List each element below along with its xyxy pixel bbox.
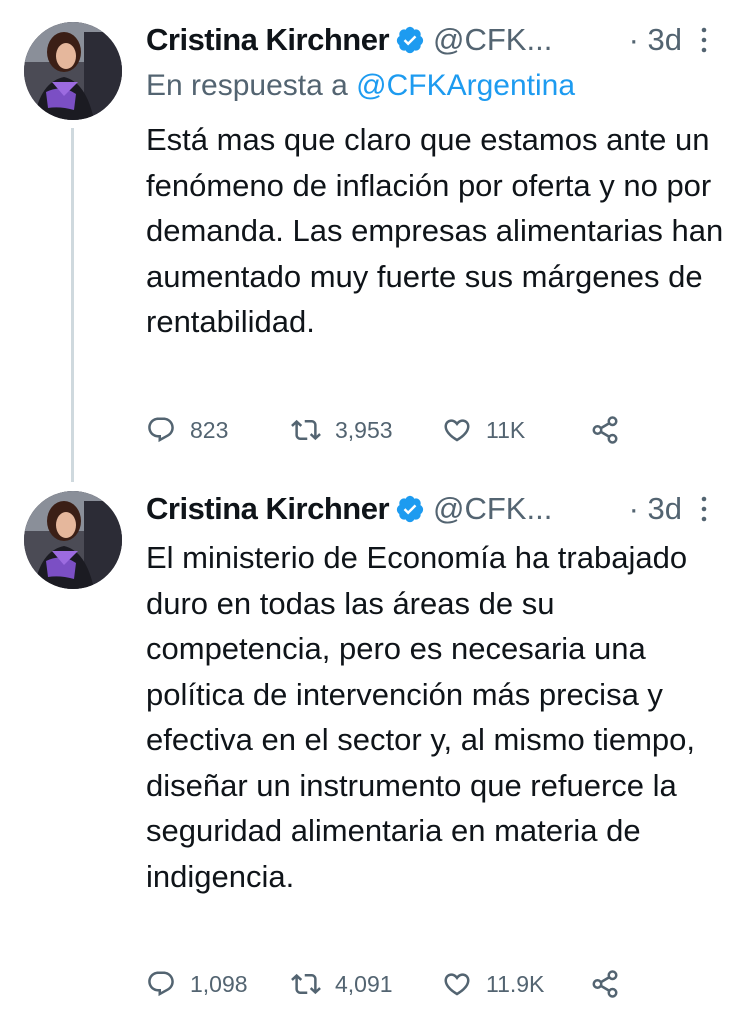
tweet-text: El ministerio de Economía ha trabajado d… bbox=[146, 540, 696, 894]
thread-line bbox=[71, 128, 74, 482]
retweet-icon bbox=[291, 973, 321, 995]
reply-icon bbox=[148, 417, 174, 443]
avatar[interactable] bbox=[24, 491, 122, 589]
reply-button[interactable]: 1,098 bbox=[146, 966, 248, 1002]
tweet-header: Cristina Kirchner @CFK... · 3d bbox=[146, 20, 716, 60]
like-button[interactable]: 11K bbox=[442, 412, 525, 448]
share-icon bbox=[592, 970, 618, 998]
like-button[interactable]: 11.9K bbox=[442, 966, 544, 1002]
tweet-header: Cristina Kirchner @CFK... · 3d bbox=[146, 489, 716, 529]
reply-prefix: En respuesta a bbox=[146, 69, 348, 102]
verified-badge-icon bbox=[396, 26, 424, 54]
share-button[interactable] bbox=[590, 412, 634, 448]
author-name[interactable]: Cristina Kirchner bbox=[146, 22, 390, 58]
like-count: 11K bbox=[486, 416, 526, 443]
retweet-icon bbox=[291, 419, 321, 441]
reply-mention-link[interactable]: @CFKArgentina bbox=[356, 69, 575, 102]
reply-count: 823 bbox=[190, 416, 229, 443]
like-count: 11.9K bbox=[486, 970, 545, 997]
share-button[interactable] bbox=[590, 966, 634, 1002]
tweet-actions: 823 3,953 11K bbox=[146, 412, 646, 448]
author-name[interactable]: Cristina Kirchner bbox=[146, 491, 390, 527]
retweet-count: 3,953 bbox=[335, 416, 393, 443]
more-icon[interactable] bbox=[700, 26, 708, 54]
retweet-count: 4,091 bbox=[335, 970, 393, 997]
author-handle[interactable]: @CFK... bbox=[433, 22, 552, 58]
like-icon bbox=[444, 419, 470, 442]
more-icon[interactable] bbox=[700, 495, 708, 523]
like-icon bbox=[444, 973, 470, 996]
reply-icon bbox=[148, 971, 174, 997]
reply-button[interactable]: 823 bbox=[146, 412, 228, 448]
tweet-actions: 1,098 4,091 11.9K bbox=[146, 966, 646, 1002]
reply-count: 1,098 bbox=[190, 970, 248, 997]
retweet-button[interactable]: 4,091 bbox=[291, 966, 393, 1002]
avatar[interactable] bbox=[24, 22, 122, 120]
retweet-button[interactable]: 3,953 bbox=[291, 412, 393, 448]
verified-badge-icon bbox=[396, 495, 424, 523]
reply-context: En respuesta a @CFKArgentina bbox=[146, 69, 575, 103]
tweet-text: Está mas que claro que estamos ante un f… bbox=[146, 122, 724, 339]
tweet-time[interactable]: · 3d bbox=[629, 22, 682, 58]
tweet-time[interactable]: · 3d bbox=[629, 491, 682, 527]
author-handle[interactable]: @CFK... bbox=[433, 491, 552, 527]
share-icon bbox=[592, 416, 618, 444]
